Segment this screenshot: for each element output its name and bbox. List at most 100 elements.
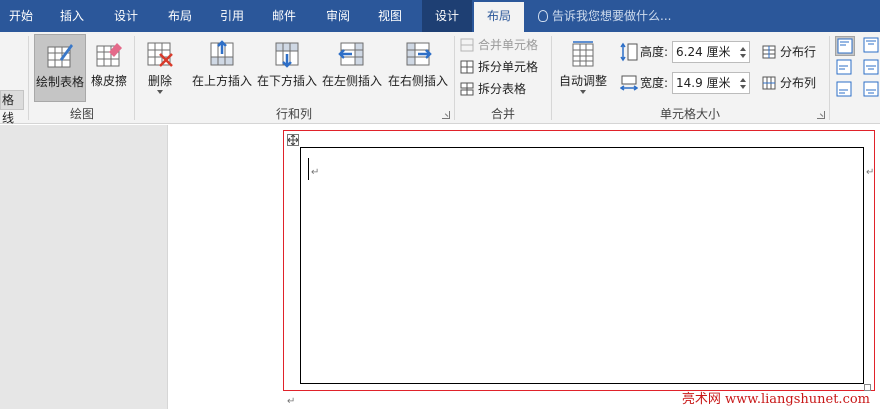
insert-above-icon	[210, 40, 234, 66]
paragraph-mark-icon: ↵	[287, 396, 296, 407]
column-width-input[interactable]: 14.9 厘米	[672, 72, 750, 94]
row-height-value: 6.24 厘米	[676, 45, 731, 59]
align-top-center-button[interactable]	[862, 36, 880, 56]
tab-references[interactable]: 引用	[210, 0, 254, 32]
column-width-value: 14.9 厘米	[676, 76, 731, 90]
row-end-mark-icon: ↵	[866, 167, 875, 178]
tab-insert[interactable]: 插入	[50, 0, 94, 32]
draw-table-button[interactable]: 绘制表格	[34, 34, 86, 102]
watermark: 亮术网 www.liangshunet.com	[681, 392, 870, 407]
insert-below-button[interactable]: 在下方插入	[255, 34, 319, 102]
split-table-label: 拆分表格	[478, 82, 527, 96]
draw-table-label: 绘制表格	[35, 75, 84, 89]
row-height-input[interactable]: 6.24 厘米	[672, 41, 750, 63]
spin-down-icon[interactable]	[740, 54, 746, 58]
merge-cells-label: 合并单元格	[478, 38, 539, 52]
tab-view[interactable]: 视图	[366, 0, 414, 32]
align-middle-left-button[interactable]	[835, 58, 855, 78]
split-cells-button[interactable]: 拆分单元格	[460, 57, 538, 77]
tab-table-layout[interactable]: 布局	[474, 2, 524, 32]
split-cells-icon	[460, 60, 474, 74]
table-cell[interactable]	[300, 147, 864, 384]
insert-right-label: 在右侧插入	[387, 74, 448, 88]
row-height-icon	[620, 42, 638, 62]
group-separator	[829, 36, 830, 120]
split-cells-label: 拆分单元格	[478, 60, 539, 74]
align-middle-center-button[interactable]	[862, 58, 880, 78]
delete-button[interactable]: 删除	[138, 34, 182, 102]
split-table-button[interactable]: 拆分表格	[460, 79, 526, 99]
width-label: 宽度:	[640, 76, 669, 90]
insert-right-icon	[406, 42, 432, 66]
spin-up-icon[interactable]	[740, 78, 746, 82]
tab-home[interactable]: 开始	[0, 0, 42, 32]
tell-me-text: 告诉我您想要做什么...	[552, 9, 672, 23]
eraser-label: 橡皮擦	[90, 74, 127, 88]
align-bottom-center-button[interactable]	[862, 80, 880, 100]
text-cursor	[308, 158, 309, 180]
tab-layout[interactable]: 布局	[158, 0, 202, 32]
move-cross-icon	[288, 135, 298, 145]
chevron-down-icon	[157, 90, 163, 94]
insert-left-icon	[338, 42, 364, 66]
column-width-icon	[620, 75, 638, 91]
group-label-rows-cols: 行和列	[275, 107, 312, 121]
ribbon-panel: 格线 绘制表格 橡皮擦 绘图 删除 在上方插入 在下方插入 在左侧插入 在右侧插…	[0, 32, 880, 125]
autofit-icon	[572, 41, 594, 67]
group-label-draw: 绘图	[69, 107, 94, 121]
delete-table-icon	[147, 42, 173, 67]
distribute-cols-button[interactable]: 分布列	[762, 73, 816, 93]
tab-review[interactable]: 审阅	[316, 0, 360, 32]
cell-size-launcher-icon[interactable]	[817, 111, 825, 119]
cell-end-mark-icon: ↵	[311, 167, 320, 178]
rows-cols-launcher-icon[interactable]	[442, 111, 450, 119]
tell-me-search[interactable]: 告诉我您想要做什么...	[538, 0, 671, 32]
distribute-rows-button[interactable]: 分布行	[762, 42, 816, 62]
align-bottom-left-icon	[836, 81, 852, 97]
align-middle-center-icon	[863, 59, 879, 75]
insert-above-button[interactable]: 在上方插入	[190, 34, 254, 102]
lightbulb-icon	[538, 10, 548, 22]
tab-design[interactable]: 设计	[104, 0, 148, 32]
spin-up-icon[interactable]	[740, 47, 746, 51]
insert-left-label: 在左侧插入	[321, 74, 382, 88]
group-label-merge: 合并	[490, 107, 515, 121]
draw-table-icon	[47, 44, 73, 68]
align-bottom-center-icon	[863, 81, 879, 97]
insert-above-label: 在上方插入	[191, 74, 252, 88]
group-separator	[134, 36, 135, 120]
merge-cells-icon	[460, 38, 474, 52]
insert-right-button[interactable]: 在右侧插入	[386, 34, 450, 102]
align-top-left-icon	[837, 38, 853, 54]
align-top-center-icon	[863, 37, 879, 53]
align-middle-left-icon	[836, 59, 852, 75]
table-move-handle-icon[interactable]	[287, 134, 299, 146]
ribbon-tab-bar: 开始 插入 设计 布局 引用 邮件 审阅 视图 设计 布局 告诉我您想要做什么.…	[0, 0, 880, 32]
spin-down-icon[interactable]	[740, 85, 746, 89]
distribute-rows-icon	[762, 45, 776, 59]
chevron-down-icon	[580, 90, 586, 94]
distribute-cols-label: 分布列	[780, 76, 817, 90]
eraser-button[interactable]: 橡皮擦	[88, 34, 130, 102]
autofit-label: 自动调整	[558, 74, 607, 88]
insert-left-button[interactable]: 在左侧插入	[320, 34, 384, 102]
distribute-rows-label: 分布行	[780, 45, 817, 59]
insert-below-label: 在下方插入	[256, 74, 317, 88]
group-separator	[28, 36, 29, 120]
height-label: 高度:	[640, 45, 669, 59]
delete-label: 删除	[147, 74, 172, 88]
gridlines-button-partial[interactable]: 格线	[0, 90, 24, 125]
merge-cells-button[interactable]: 合并单元格	[460, 35, 538, 55]
autofit-button[interactable]: 自动调整	[555, 34, 611, 102]
insert-below-icon	[275, 42, 299, 68]
distribute-cols-icon	[762, 76, 776, 90]
align-bottom-left-button[interactable]	[835, 80, 855, 100]
split-table-icon	[460, 82, 474, 96]
tab-table-design[interactable]: 设计	[422, 0, 472, 32]
align-top-left-button[interactable]	[835, 36, 855, 56]
group-label-cell-size: 单元格大小	[659, 107, 720, 121]
group-separator	[551, 36, 552, 120]
group-separator	[454, 36, 455, 120]
eraser-icon	[96, 43, 122, 67]
tab-mailings[interactable]: 邮件	[262, 0, 306, 32]
